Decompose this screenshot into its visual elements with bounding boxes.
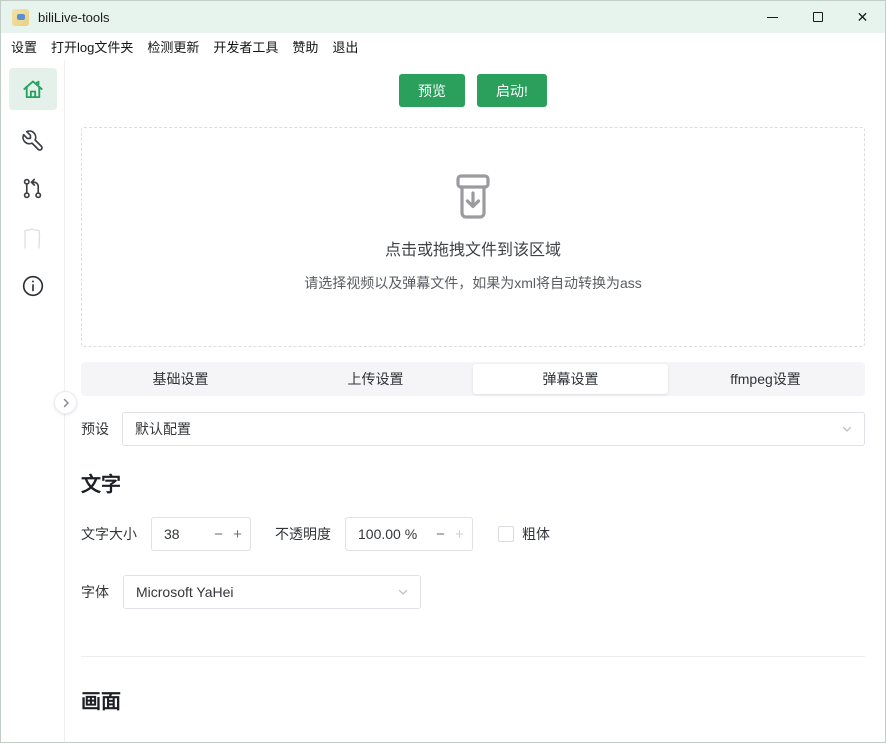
opacity-decrement-button[interactable]: − xyxy=(430,526,451,543)
preview-button[interactable]: 预览 xyxy=(399,74,465,107)
menu-item-check-update[interactable]: 检测更新 xyxy=(140,33,206,60)
git-compare-icon xyxy=(20,176,45,201)
text-section-title: 文字 xyxy=(81,468,865,497)
dropzone-main-text: 点击或拖拽文件到该区域 xyxy=(82,236,864,260)
tab-danmu-settings[interactable]: 弹幕设置 xyxy=(473,364,668,394)
upload-archive-icon xyxy=(82,172,864,224)
font-row: 字体 Microsoft YaHei xyxy=(81,575,865,609)
text-fields-row: 文字大小 38 − + 不透明度 100.00 % − + 粗体 xyxy=(81,517,865,551)
menu-item-open-log-folder[interactable]: 打开log文件夹 xyxy=(44,33,140,60)
settings-tabs: 基础设置 上传设置 弹幕设置 ffmpeg设置 xyxy=(81,362,865,396)
font-size-increment-button[interactable]: + xyxy=(229,526,250,543)
main-content: 预览 启动! 点击或拖拽文件到该区域 请选择视频以及弹幕文件，如果为xml将自动… xyxy=(65,60,885,742)
section-divider xyxy=(81,656,865,657)
menu-item-exit[interactable]: 退出 xyxy=(325,33,365,60)
opacity-increment-button[interactable]: + xyxy=(451,526,472,543)
menu-item-devtools[interactable]: 开发者工具 xyxy=(206,33,285,60)
opacity-label: 不透明度 xyxy=(275,524,331,544)
font-size-input[interactable]: 38 − + xyxy=(151,517,251,551)
app-window: biliLive-tools ✕ 设置 打开log文件夹 检测更新 开发者工具 … xyxy=(0,0,886,743)
sidebar-collapse-toggle[interactable] xyxy=(54,391,77,414)
screen-section-title: 画面 xyxy=(81,685,865,714)
wrench-icon xyxy=(20,128,45,153)
maximize-icon xyxy=(813,12,823,22)
close-button[interactable]: ✕ xyxy=(840,1,885,33)
opacity-value: 100.00 % xyxy=(346,526,430,542)
app-icon xyxy=(12,9,29,26)
file-dropzone[interactable]: 点击或拖拽文件到该区域 请选择视频以及弹幕文件，如果为xml将自动转换为ass xyxy=(81,127,865,347)
preset-select[interactable]: 默认配置 xyxy=(122,412,865,446)
font-size-decrement-button[interactable]: − xyxy=(208,526,229,543)
preset-label: 预设 xyxy=(81,419,109,439)
tab-basic-settings[interactable]: 基础设置 xyxy=(83,364,278,394)
chevron-down-icon xyxy=(396,585,410,599)
minimize-button[interactable] xyxy=(750,1,795,33)
sidebar-item-convert[interactable] xyxy=(20,173,45,203)
home-icon xyxy=(20,76,46,102)
menu-item-sponsor[interactable]: 赞助 xyxy=(285,33,325,60)
minimize-icon xyxy=(767,17,778,18)
chevron-right-icon xyxy=(60,397,72,409)
maximize-button[interactable] xyxy=(795,1,840,33)
menu-item-settings[interactable]: 设置 xyxy=(4,33,44,60)
titlebar: biliLive-tools ✕ xyxy=(1,1,885,33)
close-icon: ✕ xyxy=(857,10,869,24)
opacity-input[interactable]: 100.00 % − + xyxy=(345,517,473,551)
sidebar-item-tools[interactable] xyxy=(20,125,45,155)
window-title: biliLive-tools xyxy=(38,10,110,25)
font-family-label: 字体 xyxy=(81,582,109,602)
tab-upload-settings[interactable]: 上传设置 xyxy=(278,364,473,394)
preset-row: 预设 默认配置 xyxy=(81,412,865,446)
bold-checkbox[interactable] xyxy=(498,526,514,542)
preset-select-value: 默认配置 xyxy=(135,419,840,439)
sidebar-item-about[interactable] xyxy=(20,271,46,301)
font-size-label: 文字大小 xyxy=(81,524,137,544)
font-size-value: 38 xyxy=(152,526,208,542)
sidebar-item-cut[interactable] xyxy=(18,221,48,255)
app-body: 预览 启动! 点击或拖拽文件到该区域 请选择视频以及弹幕文件，如果为xml将自动… xyxy=(1,60,885,742)
cut-icon xyxy=(18,222,48,254)
font-family-value: Microsoft YaHei xyxy=(136,584,396,600)
sidebar-item-home[interactable] xyxy=(9,68,57,110)
bold-label: 粗体 xyxy=(522,524,550,544)
start-button[interactable]: 启动! xyxy=(477,74,547,107)
tab-ffmpeg-settings[interactable]: ffmpeg设置 xyxy=(668,364,863,394)
action-row: 预览 启动! xyxy=(81,74,865,107)
info-icon xyxy=(20,273,46,299)
font-family-select[interactable]: Microsoft YaHei xyxy=(123,575,421,609)
dropzone-sub-text: 请选择视频以及弹幕文件，如果为xml将自动转换为ass xyxy=(82,273,864,293)
menubar: 设置 打开log文件夹 检测更新 开发者工具 赞助 退出 xyxy=(1,33,885,60)
chevron-down-icon xyxy=(840,422,854,436)
